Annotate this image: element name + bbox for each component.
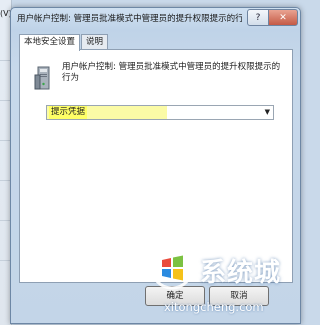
- dropdown-selected-value: 提示凭据: [49, 106, 88, 119]
- dialog-title: 用户帐户控制: 管理员批准模式中管理员的提升权限提示的行...: [17, 14, 242, 24]
- elevation-prompt-dropdown[interactable]: 提示凭据 ▼: [46, 105, 274, 120]
- watermark-logo-icon: [150, 246, 194, 290]
- policy-description: 用户帐户控制: 管理员批准模式中管理员的提升权限提示的行为: [62, 62, 281, 83]
- watermark-brand: 系统城: [200, 258, 282, 288]
- chevron-down-icon[interactable]: ▼: [265, 107, 270, 118]
- policy-computer-icon: [34, 66, 50, 90]
- tab-local-security-setting[interactable]: 本地安全设置: [19, 34, 81, 51]
- help-button[interactable]: ?: [247, 9, 269, 26]
- tab-explain[interactable]: 说明: [81, 34, 109, 50]
- watermark-url: xitongcheng.com: [164, 300, 264, 314]
- close-button[interactable]: ✕: [268, 9, 298, 26]
